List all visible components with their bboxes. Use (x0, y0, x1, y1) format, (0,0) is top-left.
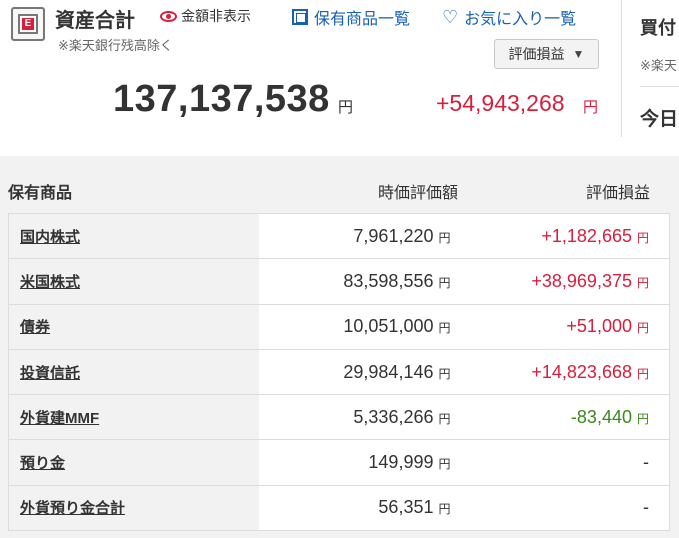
holding-value: 149,999 (368, 452, 434, 473)
holding-gain-unit: 円 (636, 275, 649, 290)
holding-value-cell: 56,351 円 (258, 485, 464, 532)
total-assets-value: 137,137,538 (113, 78, 330, 120)
table-row: 外貨建MMF 5,336,266 円 -83,440 円 (8, 394, 670, 441)
total-gain-unit: 円 (583, 99, 599, 116)
holding-value-cell: 10,051,000 円 (258, 304, 464, 350)
holding-gain-cell: +14,823,668 円 (463, 349, 670, 396)
hide-amount-toggle[interactable]: 金額非表示 (160, 6, 251, 26)
holding-value-cell: 149,999 円 (258, 439, 464, 486)
bank-balance-note: ※楽天銀行残高除く (58, 38, 173, 53)
favorites-label: お気に入り一覧 (464, 11, 577, 28)
safe-icon: E (11, 7, 45, 41)
holding-gain-unit: 円 (636, 366, 649, 381)
heart-icon: ♡ (442, 7, 459, 27)
holdings-header-value: 時価評価額 (378, 185, 459, 202)
table-row: 外貨預り金合計 56,351 円 - (8, 485, 670, 532)
holding-name-link[interactable]: 預り金 (20, 455, 65, 472)
table-row: 米国株式 83,598,556 円 +38,969,375 円 (8, 258, 670, 305)
holding-value: 10,051,000 (343, 316, 434, 337)
holding-gain: +38,969,375 (531, 270, 632, 291)
holding-gain-unit: 円 (636, 230, 649, 245)
holding-value-cell: 7,961,220 円 (258, 212, 464, 260)
asset-summary-header: E 資産合計 金額非表示 ※楽天銀行残高除く 保有商品一覧 ♡ お気に入り一覧 … (0, 0, 679, 152)
table-row: 国内株式 7,961,220 円 +1,182,665 円 (8, 212, 670, 260)
holdings-list-link[interactable]: 保有商品一覧 (292, 5, 410, 29)
favorites-link[interactable]: ♡ お気に入り一覧 (442, 5, 576, 29)
holdings-list-label: 保有商品一覧 (314, 11, 411, 28)
side-buy-title: 買付 (640, 18, 676, 38)
table-row: 投資信託 29,984,146 円 +14,823,668 円 (8, 349, 670, 396)
holding-value: 83,598,556 (343, 270, 434, 291)
table-row: 預り金 149,999 円 - (8, 439, 670, 486)
holding-gain: -83,440 (570, 406, 632, 427)
holdings-panel: 保有商品 時価評価額 評価損益 国内株式 7,961,220 円 +1,182,665… (0, 156, 679, 538)
holding-value-cell: 29,984,146 円 (258, 349, 464, 396)
holding-value: 56,351 (378, 497, 434, 518)
table-row: 債券 10,051,000 円 +51,000 円 (8, 304, 670, 350)
holding-gain-cell: +51,000 円 (463, 304, 670, 350)
holding-gain: - (643, 452, 649, 473)
holding-name-cell: 預り金 (8, 439, 259, 486)
hide-amount-label: 金額非表示 (181, 8, 251, 24)
holding-name-cell: 外貨預り金合計 (8, 485, 259, 532)
holding-value-unit: 円 (438, 366, 451, 381)
side-divider (640, 86, 679, 87)
holding-value: 5,336,266 (353, 406, 434, 427)
holding-gain: +1,182,665 (541, 225, 632, 246)
holding-value-cell: 83,598,556 円 (258, 258, 464, 305)
holding-gain: - (643, 497, 649, 518)
holding-name-link[interactable]: 国内株式 (20, 229, 80, 246)
holding-name-link[interactable]: 投資信託 (20, 365, 80, 382)
holding-value-unit: 円 (438, 457, 451, 472)
holding-name-cell: 債券 (8, 304, 259, 350)
page-title: 資産合計 (55, 10, 135, 32)
holding-value-unit: 円 (438, 275, 451, 290)
holding-name-link[interactable]: 外貨預り金合計 (20, 500, 125, 517)
side-note: ※楽天 (640, 58, 677, 73)
total-gain-value: +54,943,268 (436, 90, 565, 116)
holding-gain-cell: - (463, 439, 670, 486)
safe-mark: E (22, 18, 34, 30)
list-icon (292, 9, 308, 25)
holdings-header-name: 保有商品 (8, 185, 73, 202)
total-assets-unit: 円 (338, 99, 354, 116)
holding-name-cell: 国内株式 (8, 212, 259, 260)
holding-value: 29,984,146 (343, 361, 434, 382)
holding-gain-cell: +38,969,375 円 (463, 258, 670, 305)
holding-gain-cell: +1,182,665 円 (463, 212, 670, 260)
holding-value-unit: 円 (438, 230, 451, 245)
holding-gain-unit: 円 (636, 321, 649, 336)
holding-gain-cell: -83,440 円 (463, 394, 670, 441)
holding-value-unit: 円 (438, 321, 451, 336)
metric-dropdown[interactable]: 評価損益 ▼ (494, 39, 599, 69)
holding-name-link[interactable]: 米国株式 (20, 274, 80, 291)
metric-dropdown-value: 評価損益 (508, 46, 565, 62)
eye-icon (160, 10, 177, 22)
holdings-table: 国内株式 7,961,220 円 +1,182,665 円米国株式 83,598,556 円… (8, 212, 670, 532)
holding-gain-cell: - (463, 485, 670, 532)
holding-value-cell: 5,336,266 円 (258, 394, 464, 441)
holding-gain: +14,823,668 (531, 361, 632, 382)
holding-gain-unit: 円 (636, 411, 649, 426)
holding-value: 7,961,220 (353, 225, 434, 246)
side-today-title: 今日 (640, 109, 679, 130)
holding-name-cell: 米国株式 (8, 258, 259, 305)
holding-gain: +51,000 (566, 316, 632, 337)
holding-name-link[interactable]: 外貨建MMF (20, 410, 99, 427)
holdings-header-gain: 評価損益 (586, 185, 651, 202)
holding-value-unit: 円 (438, 411, 451, 426)
chevron-down-icon: ▼ (572, 47, 585, 61)
holding-name-cell: 投資信託 (8, 349, 259, 396)
holding-name-cell: 外貨建MMF (8, 394, 259, 441)
column-divider (621, 0, 622, 137)
holding-name-link[interactable]: 債券 (20, 319, 50, 336)
holding-value-unit: 円 (438, 502, 451, 517)
